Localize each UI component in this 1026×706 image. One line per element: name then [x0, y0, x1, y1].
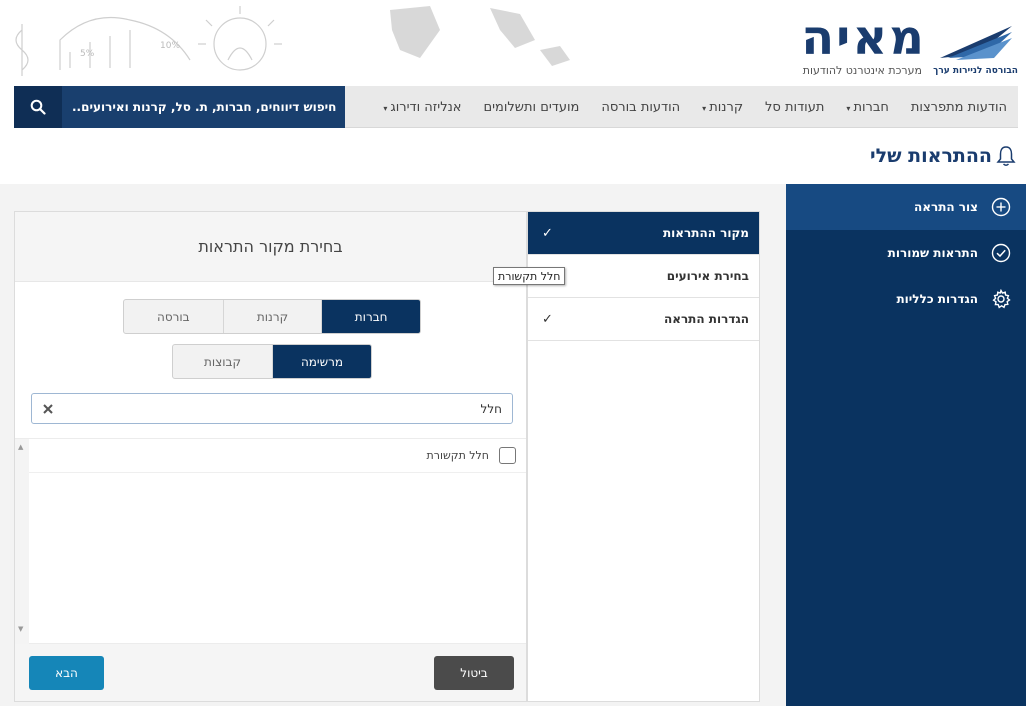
- selection-mode-tabs: מרשימה קבוצות: [172, 344, 372, 379]
- nav-label: אנליזה ודירוג: [390, 99, 462, 115]
- tab-funds[interactable]: קרנות: [222, 300, 322, 333]
- result-label: חלל תקשורת: [426, 449, 489, 462]
- plus-circle-icon: [988, 194, 1014, 220]
- sidebar-item-label: הגדרות כלליות: [896, 292, 978, 306]
- decor-label-5: 5%: [80, 49, 95, 59]
- source-type-tabs: חברות קרנות בורסה: [123, 299, 421, 334]
- sidebar-item-general-settings[interactable]: הגדרות כלליות: [786, 276, 1026, 322]
- search-button[interactable]: [14, 86, 62, 128]
- nav-item-breaking-news[interactable]: הודעות מתפרצות: [900, 100, 1018, 115]
- panel-title: בחירת מקור התראות: [198, 237, 343, 256]
- page-title: ההתראות שלי: [870, 145, 1016, 167]
- nav-item-funds[interactable]: קרנות▾: [691, 100, 754, 115]
- sidebar: צור התראה התראות שמורות הגדרות כלליות: [786, 184, 1026, 706]
- logo-org-name: הבורסה לניירות ערך: [933, 66, 1018, 76]
- step-label: בחירת אירועים: [666, 269, 749, 283]
- site-header: 5% 10% מאיה מערכת אינטרנט להודעות הבורסה…: [0, 0, 1026, 84]
- nav-item-companies[interactable]: חברות▾: [835, 100, 899, 115]
- company-search-input[interactable]: [32, 394, 512, 423]
- tab-groups[interactable]: קבוצות: [173, 345, 272, 378]
- result-tooltip: חלל תקשורת: [493, 267, 566, 285]
- step-label: מקור ההתראות: [662, 226, 749, 240]
- nav-label: מועדים ותשלומים: [483, 99, 580, 115]
- tase-logo-icon: [940, 26, 1012, 60]
- clear-search-button[interactable]: [40, 401, 56, 417]
- check-circle-icon: [988, 240, 1014, 266]
- results-scrollbar[interactable]: ▲ ▼: [15, 439, 29, 645]
- nav-label: קרנות: [709, 99, 744, 115]
- nav-label: הודעות בורסה: [601, 99, 681, 115]
- result-checkbox[interactable]: [499, 447, 516, 464]
- tab-exchange[interactable]: בורסה: [124, 300, 223, 333]
- nav-items: הודעות מתפרצות חברות▾ תעודות סל קרנות▾ ה…: [372, 86, 1018, 128]
- search-icon: [30, 99, 46, 115]
- checkmark-icon: ✓: [542, 311, 553, 327]
- nav-label: חברות: [853, 99, 889, 115]
- list-item[interactable]: חלל תקשורת: [15, 439, 526, 473]
- nav-item-exchange-notices[interactable]: הודעות בורסה: [590, 100, 691, 115]
- tab-from-list[interactable]: מרשימה: [272, 345, 371, 378]
- nav-item-analysis-rating[interactable]: אנליזה ודירוג▾: [372, 100, 472, 115]
- caret-down-icon: ▾: [383, 103, 388, 113]
- page-title-text: ההתראות שלי: [870, 145, 992, 167]
- bell-icon: [996, 146, 1016, 166]
- caret-down-icon: ▾: [702, 103, 707, 113]
- global-search-input[interactable]: חיפוש דיווחים, חברות, ת. סל, קרנות ואירו…: [62, 86, 345, 128]
- panel-footer: הבא ביטול: [15, 644, 526, 701]
- nav-label: תעודות סל: [765, 99, 825, 115]
- sidebar-item-saved-alerts[interactable]: התראות שמורות: [786, 230, 1026, 276]
- sidebar-item-label: התראות שמורות: [887, 246, 978, 260]
- step-alert-settings[interactable]: הגדרות התראה ✓: [528, 298, 759, 341]
- maya-logo[interactable]: מאיה מערכת אינטרנט להודעות הבורסה לניירו…: [798, 10, 1018, 80]
- logo-wordmark: מאיה: [801, 10, 926, 66]
- nav-label: הודעות מתפרצות: [910, 99, 1007, 115]
- step-label: הגדרות התראה: [663, 312, 749, 326]
- scroll-up-icon[interactable]: ▲: [18, 443, 23, 451]
- header-decoration: 5% 10%: [15, 6, 570, 76]
- logo-subtitle: מערכת אינטרנט להודעות: [802, 64, 922, 77]
- tab-companies[interactable]: חברות: [321, 300, 420, 333]
- caret-down-icon: ▾: [846, 103, 851, 113]
- results-list: חלל תקשורת ▲ ▼: [15, 438, 526, 645]
- decor-label-10: 10%: [160, 41, 180, 51]
- gear-icon: [988, 286, 1014, 312]
- step-alert-source[interactable]: מקור ההתראות ✓: [528, 212, 759, 255]
- checkmark-icon: ✓: [542, 225, 553, 241]
- company-search-field: [31, 393, 513, 424]
- sidebar-item-label: צור התראה: [913, 200, 978, 214]
- close-icon: [43, 404, 53, 414]
- main-nav: הודעות מתפרצות חברות▾ תעודות סל קרנות▾ ה…: [14, 86, 1018, 128]
- next-button[interactable]: הבא: [29, 656, 104, 690]
- sidebar-item-create-alert[interactable]: צור התראה: [786, 184, 1026, 230]
- nav-item-etfs[interactable]: תעודות סל: [754, 100, 835, 115]
- panel-header: בחירת מקור התראות: [15, 212, 526, 282]
- alert-source-panel: בחירת מקור התראות חברות קרנות בורסה מרשי…: [14, 211, 527, 702]
- nav-item-dates-payments[interactable]: מועדים ותשלומים: [472, 100, 590, 115]
- scroll-down-icon[interactable]: ▼: [18, 625, 23, 633]
- cancel-button[interactable]: ביטול: [434, 656, 514, 690]
